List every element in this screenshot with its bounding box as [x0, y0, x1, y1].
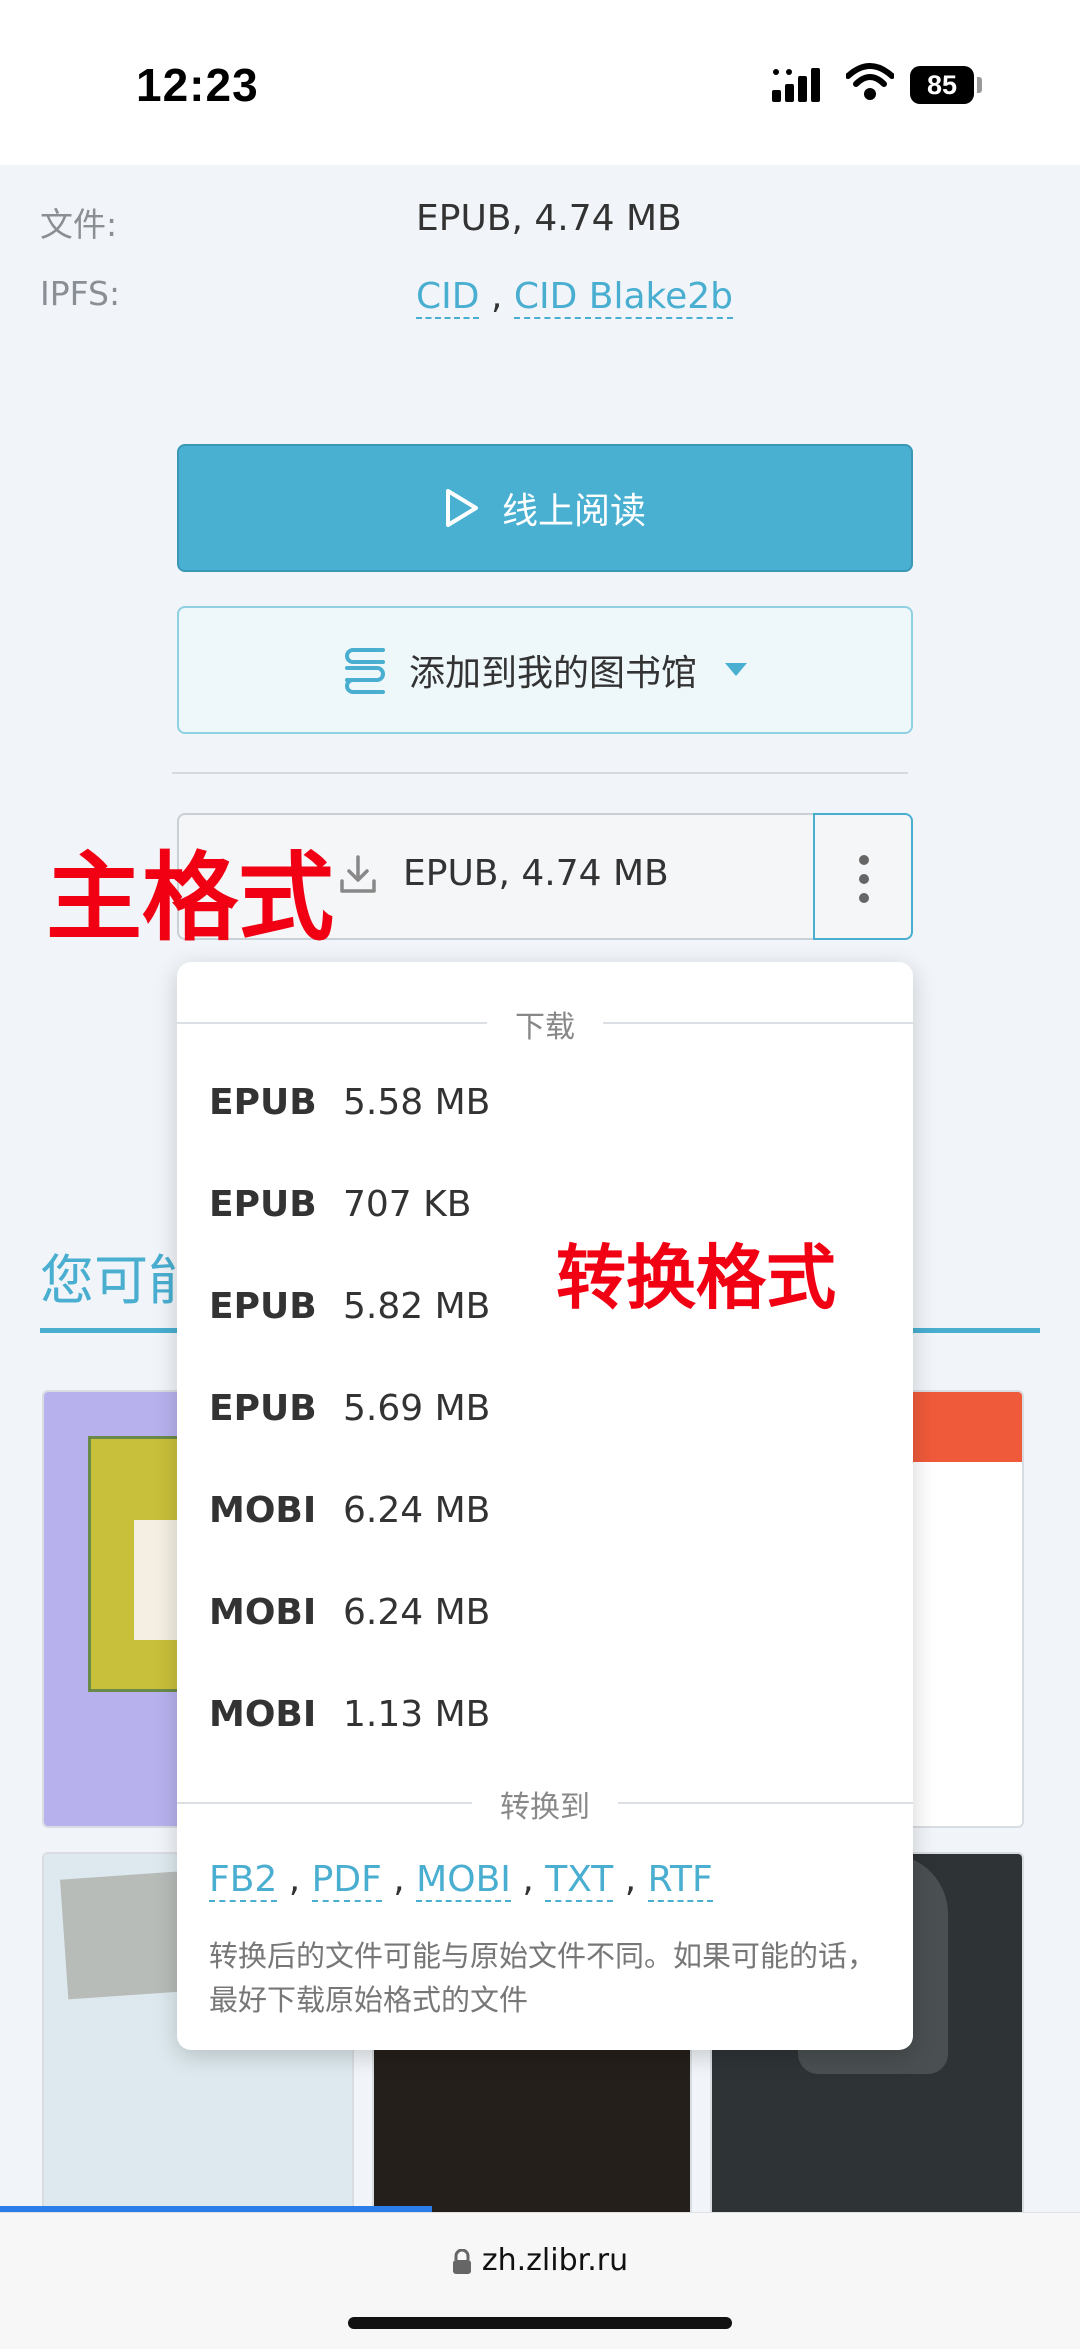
- wifi-icon: [846, 63, 894, 100]
- ipfs-label: IPFS:: [40, 274, 121, 313]
- format-name: EPUB: [209, 1388, 317, 1429]
- ipfs-separator: ,: [490, 276, 503, 317]
- url-display[interactable]: zh.zlibr.ru: [0, 2243, 1080, 2278]
- format-dropdown: 下载 EPUB 5.58 MB EPUB 707 KB EPUB 5.82 MB…: [177, 962, 913, 2050]
- more-formats-button[interactable]: [813, 813, 913, 940]
- ipfs-cid-link[interactable]: CID: [416, 276, 480, 319]
- format-size: 5.82 MB: [343, 1286, 491, 1327]
- format-name: EPUB: [209, 1286, 317, 1327]
- status-time: 12:23: [136, 59, 259, 111]
- format-name: MOBI: [209, 1490, 317, 1531]
- page-load-progress: [0, 2206, 432, 2212]
- annotation-main-format: 主格式: [46, 842, 334, 954]
- add-to-library-button[interactable]: 添加到我的图书馆: [177, 606, 913, 734]
- divider: [172, 772, 908, 774]
- ipfs-cid-blake2b-link[interactable]: CID Blake2b: [513, 276, 733, 319]
- caret-down-icon[interactable]: [725, 663, 747, 677]
- format-name: EPUB: [209, 1184, 317, 1225]
- read-online-button[interactable]: 线上阅读: [177, 444, 913, 572]
- convert-pdf-link[interactable]: PDF: [311, 1859, 382, 1902]
- url-text: zh.zlibr.ru: [481, 2243, 629, 2278]
- format-size: 5.69 MB: [343, 1388, 491, 1429]
- browser-address-bar[interactable]: zh.zlibr.ru: [0, 2212, 1080, 2349]
- format-size: 707 KB: [343, 1184, 472, 1225]
- file-label: 文件:: [40, 205, 118, 244]
- lock-icon: [452, 2248, 471, 2274]
- format-name: MOBI: [209, 1694, 317, 1735]
- convert-fb2-link[interactable]: FB2: [209, 1859, 278, 1902]
- format-size: 6.24 MB: [343, 1592, 491, 1633]
- battery-tip: [977, 77, 982, 93]
- signal-icon: [772, 68, 820, 102]
- annotation-converted-format: 转换格式: [556, 1237, 836, 1319]
- download-icon: [340, 855, 376, 893]
- download-header: 下载: [487, 1002, 603, 1046]
- convert-separator: ,: [288, 1859, 301, 1900]
- format-name: EPUB: [209, 1082, 317, 1123]
- convert-header: 转换到: [472, 1782, 618, 1826]
- convert-separator: ,: [393, 1859, 405, 1900]
- read-online-label: 线上阅读: [501, 491, 646, 532]
- format-size: 5.58 MB: [343, 1082, 491, 1123]
- convert-txt-link[interactable]: TXT: [545, 1859, 614, 1902]
- file-value: EPUB, 4.74 MB: [416, 198, 682, 239]
- convert-links: FB2 , PDF , MOBI , TXT , RTF: [209, 1859, 713, 1902]
- convert-separator: ,: [624, 1859, 637, 1900]
- convert-note: 转换后的文件可能与原始文件不同。如果可能的话，最好下载原始格式的文件: [209, 1939, 877, 2017]
- add-to-library-label: 添加到我的图书馆: [408, 653, 697, 694]
- format-size: 6.24 MB: [343, 1490, 491, 1531]
- convert-separator: ,: [522, 1859, 534, 1900]
- format-name: MOBI: [209, 1592, 317, 1633]
- library-icon: [344, 648, 385, 694]
- play-icon: [445, 489, 478, 527]
- ipfs-links: CID , CID Blake2b: [416, 276, 733, 319]
- main-format-label: EPUB, 4.74 MB: [403, 853, 669, 894]
- status-bar: 12:23 85: [0, 0, 1080, 165]
- convert-rtf-link[interactable]: RTF: [647, 1859, 713, 1902]
- format-size: 1.13 MB: [343, 1694, 491, 1735]
- home-indicator[interactable]: [348, 2317, 732, 2329]
- battery-indicator: 85: [910, 66, 974, 104]
- convert-mobi-link[interactable]: MOBI: [416, 1859, 511, 1902]
